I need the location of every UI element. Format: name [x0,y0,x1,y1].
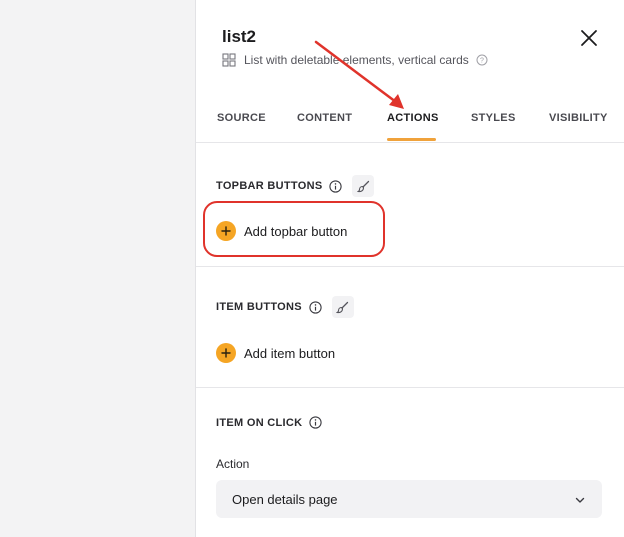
section-title: ITEM ON CLICK [216,416,303,429]
brush-icon [356,180,370,192]
tab-bar: SOURCE CONTENT ACTIONS STYLES VISIBILITY [196,100,624,143]
style-brush-button[interactable] [331,296,354,318]
panel-title: list2 [222,27,257,46]
canvas-area [0,0,195,537]
topbar-buttons-header: TOPBAR BUTTONS [216,175,375,197]
item-buttons-section: ITEM BUTTONS Add item button [196,267,624,388]
action-select[interactable]: Open details page [216,480,602,518]
section-title: ITEM BUTTONS [216,301,302,313]
action-field-label: Action [216,457,250,471]
brush-icon [336,301,349,313]
item-buttons-header: ITEM BUTTONS [216,296,354,318]
style-brush-button[interactable] [352,175,375,197]
plus-icon [216,343,236,363]
add-topbar-button[interactable]: Add topbar button [216,221,347,241]
item-on-click-header: ITEM ON CLICK [216,416,323,429]
info-icon[interactable] [309,416,323,429]
grid-icon [222,53,236,67]
plus-icon [216,221,236,241]
add-item-button[interactable]: Add item button [216,343,335,363]
active-tab-indicator [387,138,436,141]
chevron-down-icon [575,497,585,503]
svg-text:?: ? [480,58,484,65]
add-item-button-label: Add item button [244,345,336,361]
close-button[interactable] [576,25,602,51]
tab-source[interactable]: SOURCE [217,112,266,124]
tab-content[interactable]: CONTENT [297,112,352,124]
panel-subtitle-row: List with deletable elements, vertical c… [222,53,488,67]
tab-visibility[interactable]: VISIBILITY [549,112,608,124]
panel-subtitle: List with deletable elements, vertical c… [244,53,469,67]
topbar-buttons-section: TOPBAR BUTTONS Add topbar button [196,143,624,267]
close-icon [581,30,597,46]
info-icon[interactable] [329,179,343,193]
info-icon[interactable] [309,300,322,314]
help-icon[interactable]: ? [476,54,488,66]
tab-actions[interactable]: ACTIONS [387,112,439,124]
section-title: TOPBAR BUTTONS [216,180,323,192]
add-topbar-button-label: Add topbar button [244,223,348,239]
properties-panel: list2 List with deletable elements, vert… [195,0,624,537]
tab-styles[interactable]: STYLES [471,112,516,124]
action-select-value: Open details page [232,492,338,507]
